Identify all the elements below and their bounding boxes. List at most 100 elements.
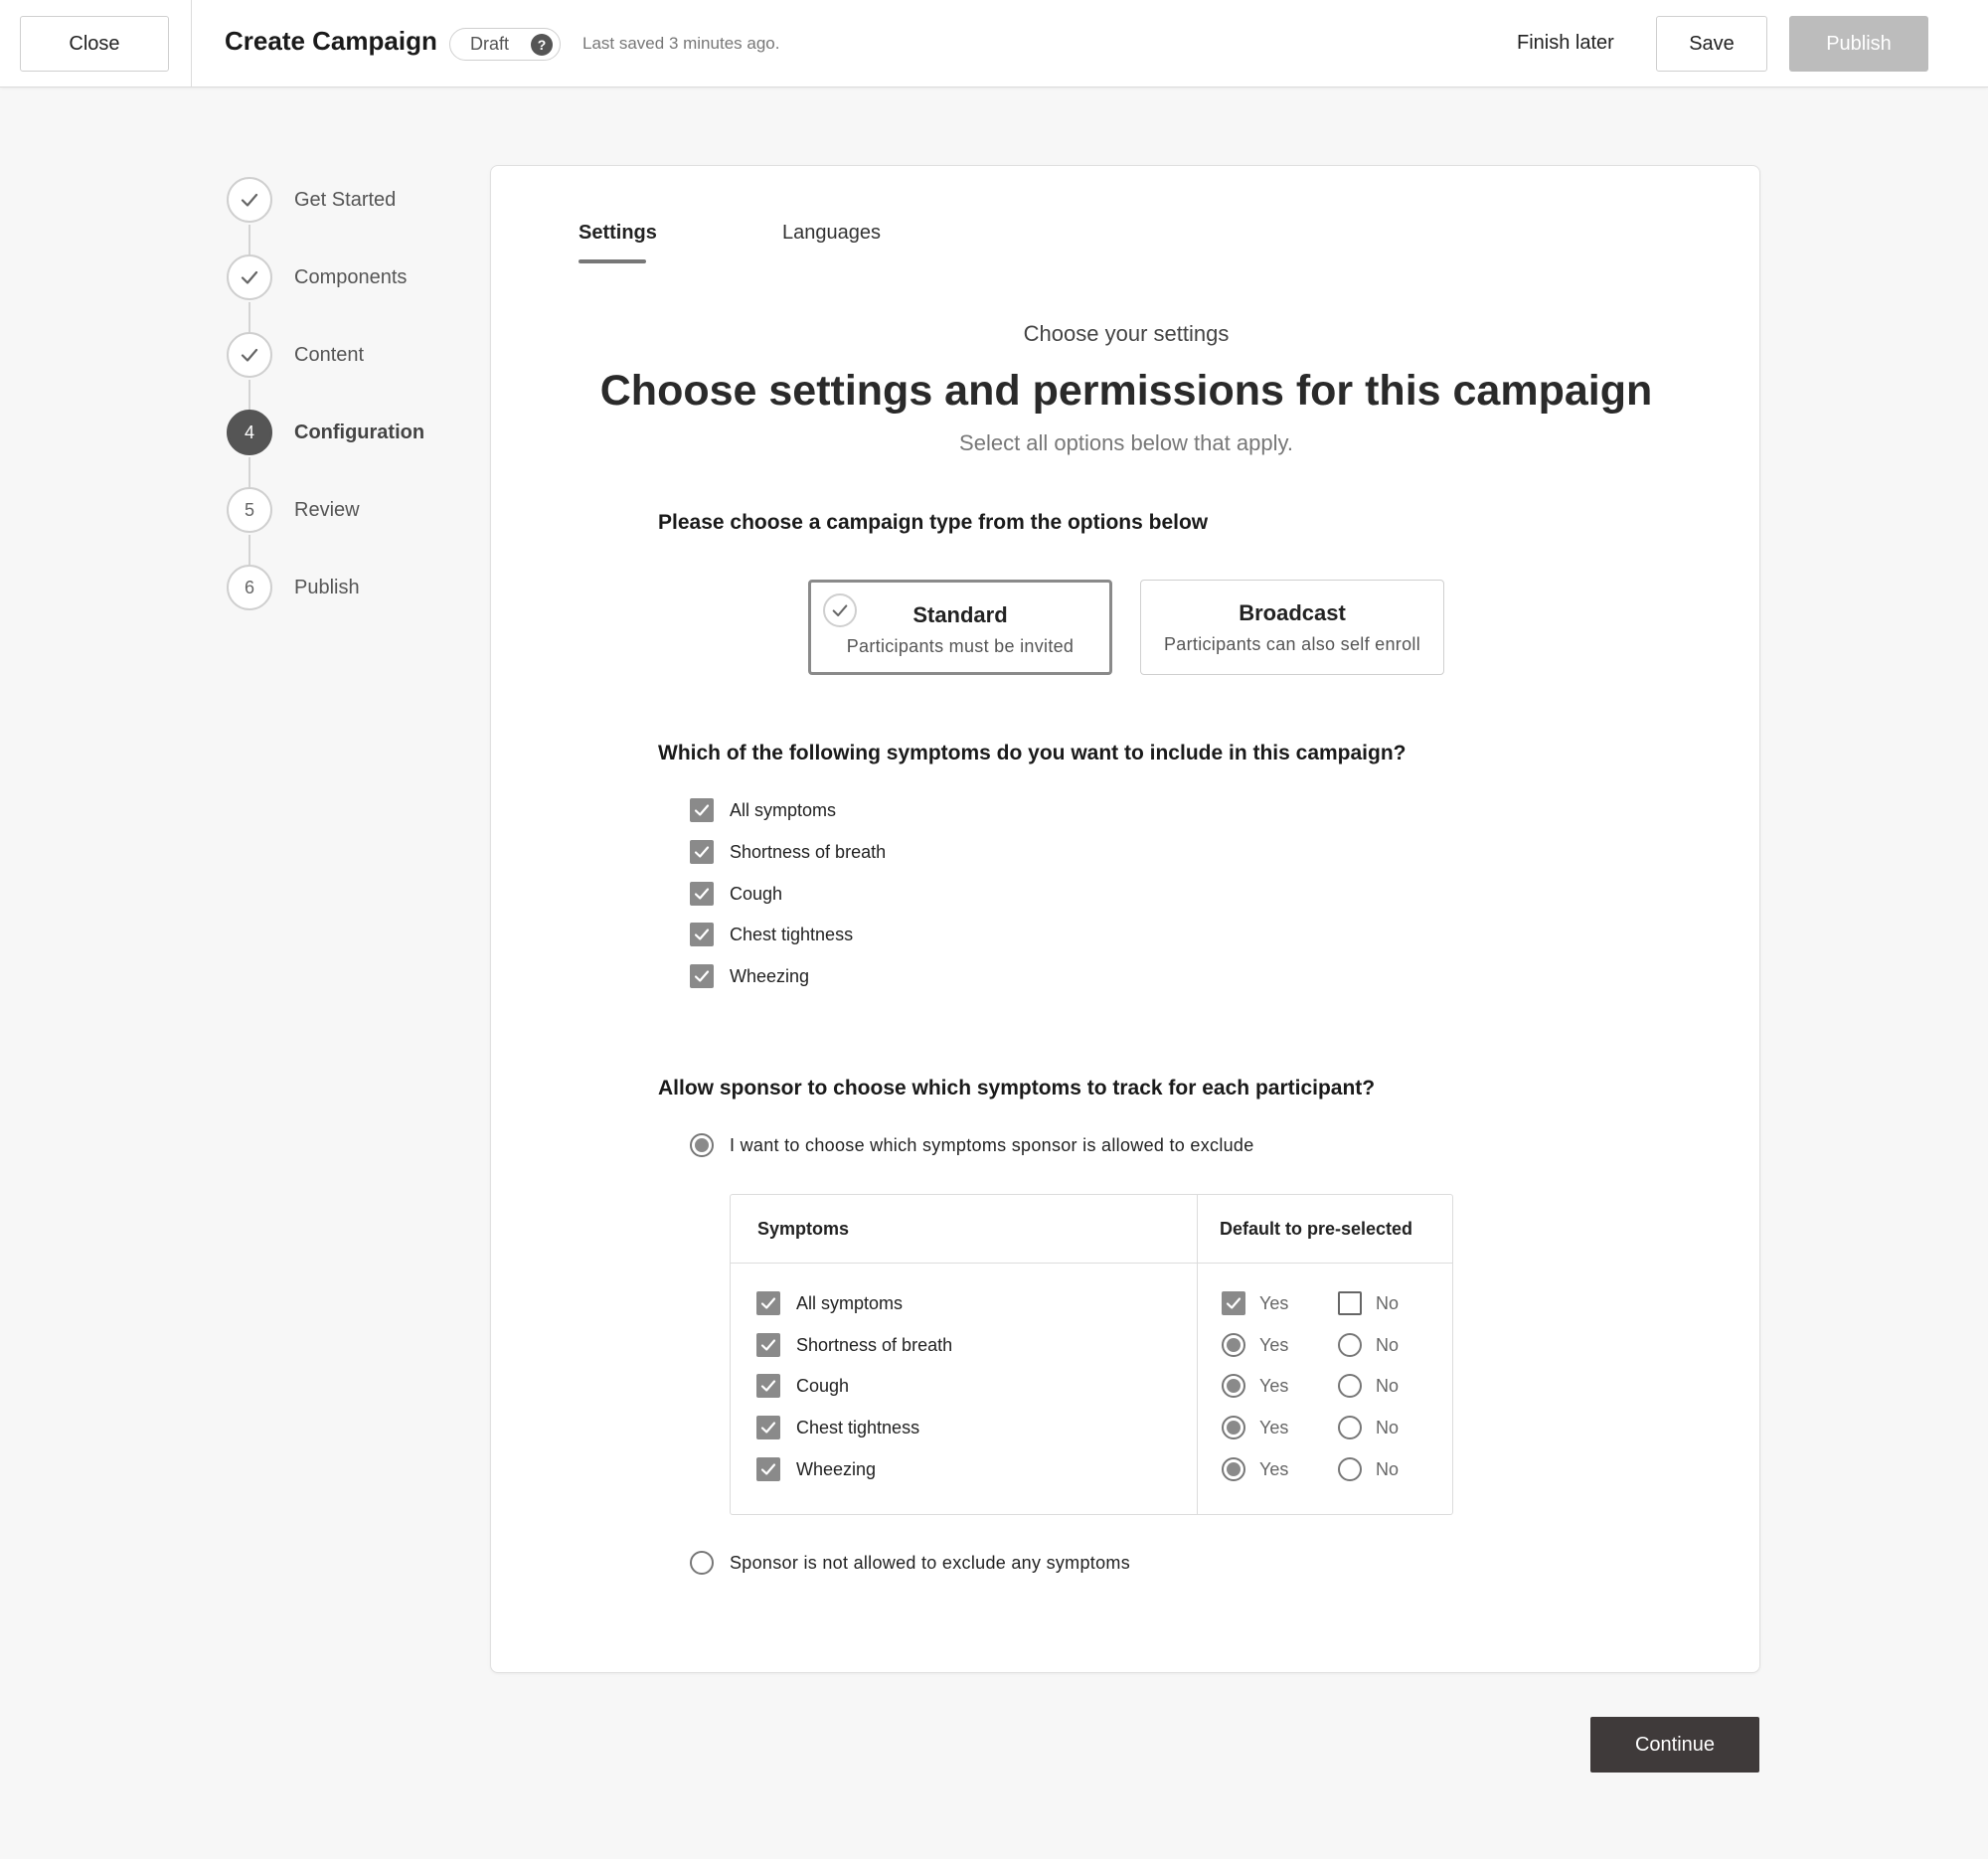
step-number: 4	[227, 410, 272, 455]
default-yes-radio[interactable]: Yes	[1222, 1456, 1288, 1482]
campaign-type-standard[interactable]: Standard Participants must be invited	[808, 580, 1112, 675]
campaign-type-description: Participants can also self enroll	[1163, 634, 1421, 654]
continue-button[interactable]: Continue	[1590, 1717, 1759, 1773]
step-connector	[248, 225, 250, 256]
default-yes-checkbox[interactable]: Yes	[1222, 1290, 1288, 1316]
radio-selected-icon	[1222, 1333, 1245, 1357]
option-label: No	[1376, 1458, 1400, 1479]
table-row-symptom-checkbox[interactable]: Cough	[756, 1373, 849, 1399]
table-row-symptom-checkbox[interactable]: Shortness of breath	[756, 1332, 952, 1358]
sponsor-option-none[interactable]: Sponsor is not allowed to exclude any sy…	[690, 1550, 1130, 1576]
step-components[interactable]: Components	[227, 254, 407, 300]
checkbox-label: All symptoms	[730, 799, 837, 820]
status-badge: Draft ?	[449, 28, 561, 61]
option-label: Yes	[1259, 1292, 1289, 1313]
sponsor-question: Allow sponsor to choose which symptoms t…	[658, 1077, 1376, 1099]
radio-selected-icon	[690, 1133, 714, 1157]
default-yes-radio[interactable]: Yes	[1222, 1332, 1288, 1358]
finish-later-link[interactable]: Finish later	[1517, 32, 1614, 55]
active-tab-indicator	[579, 259, 646, 263]
table-header-symptoms: Symptoms	[757, 1219, 850, 1239]
checkbox-unchecked-icon	[1338, 1291, 1362, 1315]
campaign-type-description: Participants must be invited	[846, 636, 1075, 656]
last-saved-text: Last saved 3 minutes ago.	[582, 34, 780, 53]
step-configuration[interactable]: 4 Configuration	[227, 410, 424, 455]
option-label: No	[1376, 1334, 1400, 1355]
symptoms-defaults-table: Symptoms Default to pre-selected All sym…	[730, 1194, 1453, 1515]
step-label: Publish	[294, 576, 360, 598]
checkbox-label: Shortness of breath	[730, 841, 887, 862]
radio-label: Sponsor is not allowed to exclude any sy…	[730, 1552, 1130, 1573]
checkbox-label: Chest tightness	[796, 1417, 920, 1437]
checkbox-checked-icon	[1222, 1291, 1245, 1315]
default-no-radio[interactable]: No	[1338, 1415, 1399, 1440]
radio-unselected-icon	[1338, 1374, 1362, 1398]
checkbox-label: Wheezing	[796, 1458, 877, 1479]
tab-settings[interactable]: Settings	[579, 222, 657, 245]
step-number: 6	[227, 565, 272, 610]
radio-unselected-icon	[1338, 1416, 1362, 1439]
radio-selected-icon	[1222, 1457, 1245, 1481]
help-icon[interactable]: ?	[531, 34, 553, 56]
checkbox-label: Cough	[730, 883, 783, 904]
settings-card: Settings Languages Choose your settings …	[490, 165, 1760, 1673]
step-connector	[248, 457, 250, 489]
campaign-type-question: Please choose a campaign type from the o…	[658, 511, 1209, 534]
top-bar: Close Create Campaign Draft ? Last saved…	[0, 0, 1988, 87]
campaign-type-title: Standard	[912, 602, 1008, 627]
step-label: Get Started	[294, 188, 397, 211]
step-content[interactable]: Content	[227, 332, 364, 378]
topbar-divider	[191, 0, 192, 87]
symptoms-question: Which of the following symptoms do you w…	[658, 742, 1407, 764]
default-no-radio[interactable]: No	[1338, 1456, 1399, 1482]
checkbox-checked-icon	[756, 1457, 780, 1481]
publish-button[interactable]: Publish	[1789, 16, 1928, 72]
symptom-checkbox-chest-tightness[interactable]: Chest tightness	[690, 922, 853, 947]
table-row-symptom-checkbox[interactable]: Chest tightness	[756, 1415, 919, 1440]
checkbox-checked-icon	[756, 1291, 780, 1315]
default-no-checkbox[interactable]: No	[1338, 1290, 1399, 1316]
step-connector	[248, 380, 250, 412]
close-button[interactable]: Close	[20, 16, 169, 72]
checkbox-label: All symptoms	[796, 1292, 904, 1313]
option-label: No	[1376, 1375, 1400, 1396]
sponsor-option-choose[interactable]: I want to choose which symptoms sponsor …	[690, 1132, 1254, 1158]
checkbox-label: Shortness of breath	[796, 1334, 953, 1355]
table-row-symptom-checkbox[interactable]: Wheezing	[756, 1456, 876, 1482]
step-connector	[248, 535, 250, 567]
symptom-checkbox-cough[interactable]: Cough	[690, 881, 782, 907]
option-label: No	[1376, 1417, 1400, 1437]
campaign-type-title: Broadcast	[1239, 600, 1346, 625]
table-divider	[1197, 1195, 1198, 1514]
symptom-checkbox-shortness-of-breath[interactable]: Shortness of breath	[690, 839, 886, 865]
step-connector	[248, 302, 250, 334]
step-label: Configuration	[294, 421, 425, 443]
option-label: Yes	[1259, 1458, 1289, 1479]
checkbox-checked-icon	[690, 882, 714, 906]
tab-languages[interactable]: Languages	[782, 222, 881, 245]
step-publish[interactable]: 6 Publish	[227, 565, 360, 610]
radio-label: I want to choose which symptoms sponsor …	[730, 1134, 1254, 1155]
radio-unselected-icon	[690, 1551, 714, 1575]
checkbox-label: Cough	[796, 1375, 850, 1396]
checkbox-checked-icon	[756, 1333, 780, 1357]
checkbox-label: Chest tightness	[730, 924, 854, 944]
symptom-checkbox-all[interactable]: All symptoms	[690, 797, 836, 823]
radio-unselected-icon	[1338, 1333, 1362, 1357]
default-yes-radio[interactable]: Yes	[1222, 1415, 1288, 1440]
checkbox-checked-icon	[690, 840, 714, 864]
default-no-radio[interactable]: No	[1338, 1332, 1399, 1358]
symptom-checkbox-wheezing[interactable]: Wheezing	[690, 963, 809, 989]
step-review[interactable]: 5 Review	[227, 487, 360, 533]
option-label: Yes	[1259, 1417, 1289, 1437]
option-label: Yes	[1259, 1334, 1289, 1355]
step-get-started[interactable]: Get Started	[227, 177, 396, 223]
default-yes-radio[interactable]: Yes	[1222, 1373, 1288, 1399]
default-no-radio[interactable]: No	[1338, 1373, 1399, 1399]
table-row-symptom-checkbox[interactable]: All symptoms	[756, 1290, 903, 1316]
campaign-type-broadcast[interactable]: Broadcast Participants can also self enr…	[1140, 580, 1444, 675]
save-button[interactable]: Save	[1656, 16, 1767, 72]
option-label: No	[1376, 1292, 1400, 1313]
step-number: 5	[227, 487, 272, 533]
section-heading: Choose settings and permissions for this…	[599, 367, 1653, 415]
